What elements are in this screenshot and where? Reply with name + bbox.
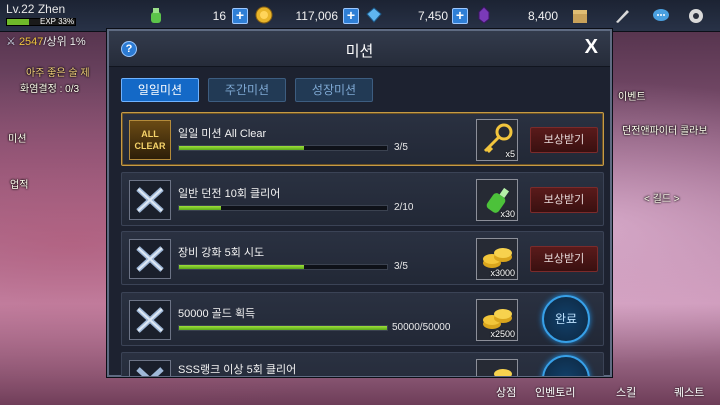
add-gem-button[interactable]: +: [452, 8, 468, 24]
mission-name: 일일 미션 All Clear: [178, 128, 267, 140]
player-level: Lv.22 Zhen: [6, 2, 66, 16]
tab-daily[interactable]: 일일미션: [121, 78, 199, 102]
crossed-swords-icon: [129, 239, 171, 279]
claim-reward-button[interactable]: 보상받기: [530, 127, 598, 153]
mission-progress-text: 3/5: [394, 261, 408, 272]
completed-badge: 완료: [542, 295, 590, 343]
dungeon-collab-label[interactable]: 던전앤파이터 콜라보: [622, 122, 708, 137]
mission-row: ALL CLEAR 일일 미션 All Clear 3/5 x5 보상받기: [121, 112, 604, 166]
quest-menu[interactable]: 퀘스트: [674, 384, 704, 400]
dialog-header: ? 미션 X: [109, 31, 610, 67]
gold-coins-icon: [494, 369, 512, 376]
reward-slot[interactable]: x30: [476, 179, 518, 221]
mission-name: 일반 던전 10회 클리어: [178, 188, 281, 200]
mission-progress-text: 3/5: [394, 142, 408, 153]
crystal-icon: [478, 6, 490, 24]
add-gold-button[interactable]: +: [343, 8, 359, 24]
mission-progress-bar: [178, 264, 388, 270]
mission-name: SSS랭크 이상 5회 클리어: [178, 364, 297, 376]
side-achievement[interactable]: 업적: [10, 176, 28, 191]
gold-amount: 117,006: [295, 9, 339, 23]
mission-name: 장비 강화 5회 시도: [178, 247, 265, 259]
mission-name: 50000 골드 획득: [178, 308, 256, 320]
skill-menu[interactable]: 스킬: [616, 384, 636, 400]
all-clear-icon: ALL CLEAR: [129, 120, 171, 160]
mission-row: SSS랭크 이상 5회 클리어 완료: [121, 352, 604, 376]
item-count: 16: [212, 9, 226, 23]
tab-weekly[interactable]: 주간미션: [208, 78, 286, 102]
claim-reward-button[interactable]: 보상받기: [530, 187, 598, 213]
mission-progress-bar: [178, 325, 388, 331]
top-hud: Lv.22 Zhen EXP 33% 16 + 117,006 + 7,450 …: [0, 0, 720, 32]
reward-slot[interactable]: x3000: [476, 238, 518, 280]
gem-amount: 7,450: [417, 9, 448, 23]
mission-progress-text: 50000/50000: [392, 322, 451, 333]
mission-progress-text: 2/10: [394, 202, 414, 213]
crystal-amount: 8,400: [527, 9, 558, 23]
mission-row: 50000 골드 획득 50000/50000 x2500 완료: [121, 292, 604, 346]
claim-reward-button[interactable]: 보상받기: [530, 246, 598, 272]
side-mission[interactable]: 미션: [8, 130, 26, 145]
gold-coin-icon: [255, 6, 273, 24]
reward-slot[interactable]: x2500: [476, 299, 518, 341]
crossed-swords-icon: [129, 300, 171, 340]
settings-icon[interactable]: [686, 6, 706, 26]
sword-icon[interactable]: [612, 6, 632, 26]
box-icon[interactable]: [570, 6, 590, 26]
gem-icon: [366, 7, 382, 23]
crossed-swords-icon: [129, 360, 171, 376]
mission-row: 장비 강화 5회 시도 3/5 x3000 보상받기: [121, 231, 604, 285]
combat-power: ⚔ 2547/상위 1%: [6, 36, 86, 48]
notice-sub: 화염결정 : 0/3: [20, 84, 80, 95]
event-label[interactable]: 이벤트: [618, 88, 646, 103]
xp-text: EXP 33%: [40, 17, 75, 26]
mission-progress-bar: [178, 205, 388, 211]
mission-progress-bar: [178, 145, 388, 151]
add-item-button[interactable]: +: [232, 8, 248, 24]
shop-menu[interactable]: 상점: [496, 384, 516, 400]
crossed-swords-icon: [129, 180, 171, 220]
reward-slot[interactable]: [476, 359, 518, 376]
reward-slot[interactable]: x5: [476, 119, 518, 161]
chat-icon[interactable]: [651, 6, 671, 26]
tab-growth[interactable]: 성장미션: [295, 78, 373, 102]
guild-label[interactable]: < 길드 >: [644, 190, 680, 205]
mission-list[interactable]: ALL CLEAR 일일 미션 All Clear 3/5 x5 보상받기 일반…: [121, 112, 604, 376]
inventory-menu[interactable]: 인벤토리: [535, 384, 575, 400]
close-button[interactable]: X: [585, 36, 598, 59]
dialog-title: 미션: [345, 43, 374, 60]
mission-row: 일반 던전 10회 클리어 2/10 x30 보상받기: [121, 172, 604, 226]
completed-badge: 완료: [542, 355, 590, 376]
mission-dialog: ? 미션 X 일일미션 주간미션 성장미션 ALL CLEAR 일일 미션 Al…: [107, 29, 612, 377]
notice-text: 아주 좋은 술 제: [26, 68, 90, 79]
potion-icon: [151, 8, 161, 23]
